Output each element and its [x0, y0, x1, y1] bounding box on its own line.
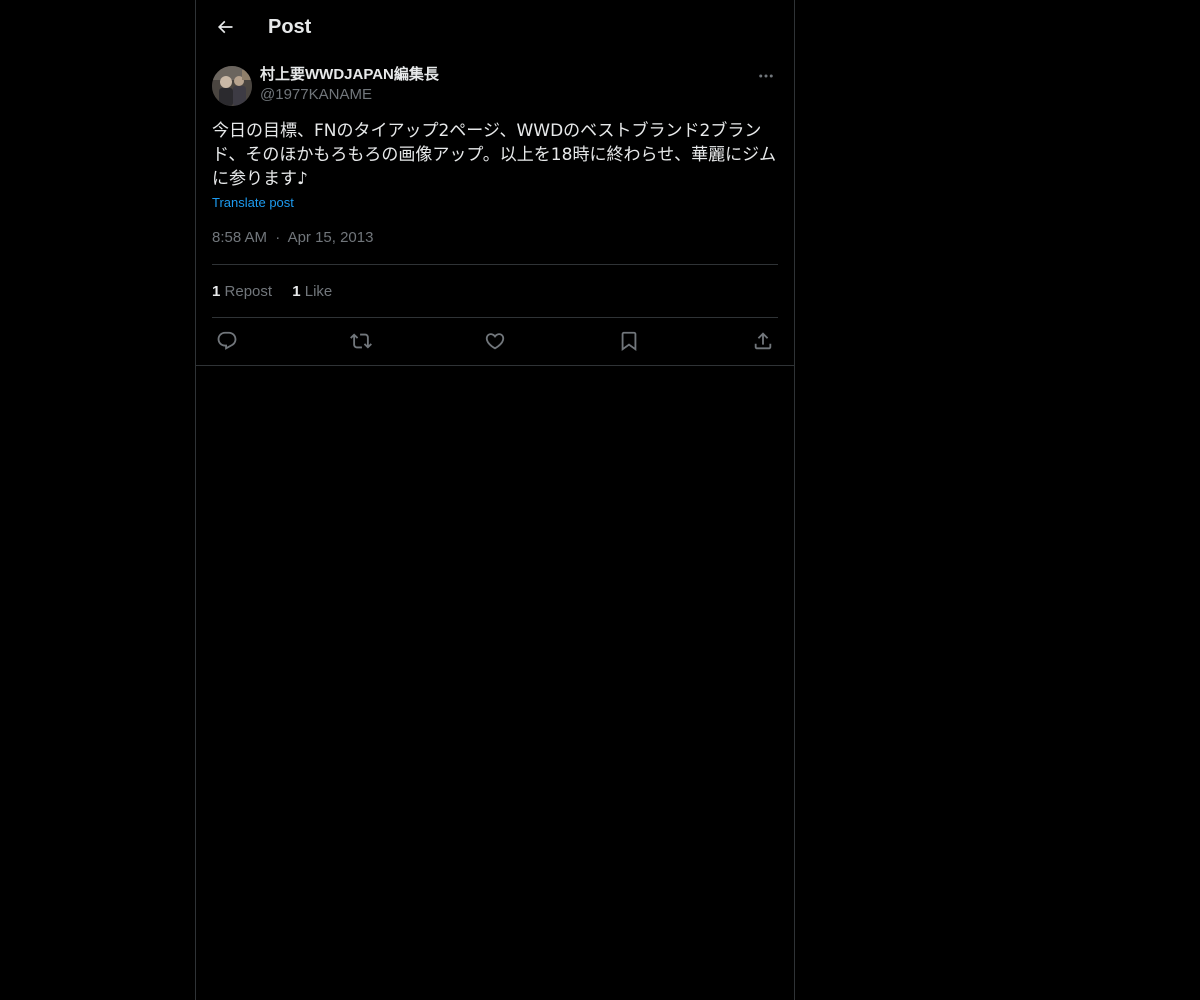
post-text: 今日の目標、FNのタイアップ2ページ、WWDのベストブランド2ブランド、そのほか… [212, 121, 777, 189]
reply-icon [217, 331, 237, 350]
like-count: 1 [292, 283, 301, 300]
post-time[interactable]: 8:58 AM [212, 229, 267, 246]
post-stats: 1 Repost 1 Like [212, 282, 348, 302]
repost-label: Repost [224, 283, 273, 300]
reply-button[interactable] [212, 328, 242, 354]
bookmark-button[interactable] [614, 328, 644, 354]
page-title: Post [268, 16, 312, 38]
share-icon [754, 332, 772, 350]
repost-icon [350, 333, 372, 349]
post-header: Post [196, 0, 794, 53]
repost-count: 1 [212, 283, 221, 300]
main-column: Post 村上要WWDJAPAN編集長 @1977KANAME 今日の目標、FN… [195, 0, 795, 1000]
author-display-name[interactable]: 村上要WWDJAPAN編集長 [260, 65, 439, 85]
repost-button[interactable] [346, 328, 376, 354]
arrow-left-icon [217, 20, 233, 34]
divider [212, 317, 778, 318]
post-date[interactable]: Apr 15, 2013 [288, 229, 374, 246]
timestamp-separator: · [275, 229, 281, 246]
like-stat[interactable]: 1 Like [292, 282, 332, 302]
post-bottom-border [196, 365, 794, 366]
author-handle[interactable]: @1977KANAME [260, 85, 372, 105]
translate-post-link[interactable]: Translate post [212, 194, 294, 212]
back-button[interactable] [208, 10, 242, 44]
more-options-button[interactable] [754, 64, 778, 88]
avatar-photo [212, 66, 252, 106]
like-button[interactable] [480, 328, 510, 354]
like-label: Like [304, 283, 333, 300]
post-actions-bar [212, 328, 778, 354]
share-button[interactable] [748, 328, 778, 354]
like-icon [485, 333, 505, 350]
avatar[interactable] [212, 66, 252, 106]
more-horizontal-icon [759, 74, 773, 78]
post-timestamp: 8:58 AM · Apr 15, 2013 [212, 228, 373, 248]
divider [212, 264, 778, 265]
bookmark-icon [621, 331, 637, 352]
repost-stat[interactable]: 1 Repost [212, 282, 272, 302]
